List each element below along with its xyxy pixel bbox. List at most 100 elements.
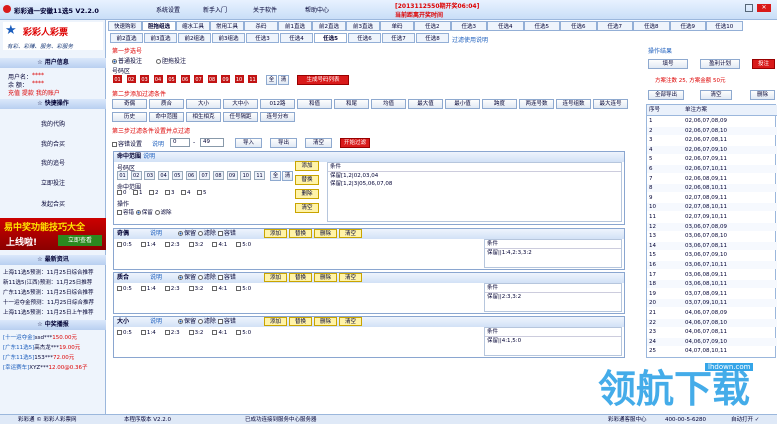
condition-row[interactable]: 保留||2:3,3:2	[485, 293, 621, 301]
condition-button[interactable]: 任号隔距	[223, 112, 258, 122]
tolerance-to-input[interactable]: 49	[200, 138, 224, 147]
condition-list[interactable]: 条件 保留||4:1,5:0	[484, 327, 622, 356]
number-ball[interactable]: 03	[144, 171, 156, 180]
ratio-checkbox[interactable]: 1:4	[140, 242, 156, 248]
table-row[interactable]: 5 02,06,07,09,11	[647, 155, 777, 163]
number-ball[interactable]: 04	[152, 74, 164, 84]
top-tab[interactable]: 快速购彩	[108, 21, 142, 31]
step3-help-link[interactable]: 说明	[152, 139, 164, 148]
sidebar-item-start-group-buy[interactable]: 发起合买	[0, 194, 106, 216]
top-tab[interactable]: 任选4	[487, 21, 524, 31]
ratio-checkbox[interactable]: 5:0	[236, 242, 251, 248]
tolerance-from-input[interactable]: 0	[170, 138, 190, 147]
number-ball[interactable]: 04	[158, 171, 170, 180]
condition-button[interactable]: 两连号数	[519, 99, 554, 109]
panel-action-button[interactable]: 清空	[339, 317, 362, 326]
news-item[interactable]: 十一运夺金预测：11月25日综合推荐	[3, 298, 94, 306]
condition-button[interactable]: 和值	[297, 99, 332, 109]
replace-button[interactable]: 替换	[295, 175, 319, 185]
range-checkbox[interactable]: 4	[181, 190, 191, 196]
range-checkbox[interactable]: 5	[197, 190, 207, 196]
number-ball[interactable]: 06	[179, 74, 191, 84]
news-item[interactable]: 上海11选5预测：11月25日综合推荐	[3, 268, 94, 276]
filter-help-link[interactable]: 过滤使用说明	[452, 35, 488, 44]
condition-button[interactable]: 相生相克	[186, 112, 221, 122]
menu-help[interactable]: 帮助中心	[305, 5, 329, 14]
filter-radio[interactable]: 滤除	[154, 210, 172, 216]
condition-button[interactable]: 命中范围	[149, 112, 184, 122]
account-links[interactable]: 充值 提款 我的账户	[8, 88, 60, 97]
table-row[interactable]: 14 03,06,07,08,11	[647, 241, 777, 250]
generate-list-button[interactable]: 生成号码列表	[297, 75, 349, 85]
clear-button[interactable]: 清	[278, 75, 289, 85]
sub-tab[interactable]: 前2直选	[110, 33, 143, 43]
top-tab[interactable]: 前1直选	[278, 21, 312, 31]
sidebar-item-my-chase[interactable]: 我的追号	[0, 153, 106, 175]
table-row[interactable]: 2 02,06,07,08,10	[647, 126, 777, 135]
panel-action-button[interactable]: 删除	[314, 273, 337, 282]
result-delete-button[interactable]: 删除	[750, 90, 775, 100]
keep-radio[interactable]: 保留	[135, 210, 153, 216]
condition-button[interactable]: 最小值	[445, 99, 480, 109]
menu-guide[interactable]: 新手入门	[203, 5, 227, 14]
top-tab[interactable]: 任选3	[450, 21, 487, 31]
table-row[interactable]: 12 03,06,07,08,09	[647, 222, 777, 231]
ratio-checkbox[interactable]: 0:5	[117, 330, 132, 336]
tolerance-checkbox[interactable]: 容错	[117, 210, 134, 216]
table-row[interactable]: 13 03,06,07,08,10	[647, 232, 777, 240]
range-checkbox[interactable]: 0	[117, 190, 127, 196]
news-item[interactable]: 上海11选5预测：11月25日上午推荐	[3, 308, 94, 316]
promo-view-button[interactable]: 立即查看	[58, 235, 102, 246]
sub-tab[interactable]: 任选3	[246, 33, 279, 43]
top-tab[interactable]: 前2直选	[312, 21, 346, 31]
range-checkbox[interactable]: 1	[133, 190, 143, 196]
add-button[interactable]: 添加	[295, 161, 319, 171]
top-tab[interactable]: 任选9	[669, 21, 706, 31]
top-tab[interactable]: 任选10	[706, 21, 743, 31]
panel-action-button[interactable]: 清空	[339, 229, 362, 238]
table-row[interactable]: 22 04,06,07,08,10	[647, 318, 777, 327]
delete-button[interactable]: 删除	[295, 189, 319, 199]
condition-button[interactable]: 大中小	[223, 99, 258, 109]
condition-button[interactable]: 连号分布	[260, 112, 295, 122]
export-button[interactable]: 导出	[270, 138, 297, 148]
table-row[interactable]: 25 04,07,08,10,11	[647, 347, 777, 355]
range-checkbox[interactable]: 3	[165, 190, 175, 196]
number-ball[interactable]: 09	[226, 171, 238, 180]
panel-action-button[interactable]: 替换	[289, 317, 312, 326]
condition-button[interactable]: 质合	[149, 99, 184, 109]
help-link[interactable]: 说明	[150, 229, 162, 239]
ratio-checkbox[interactable]: 3:2	[188, 330, 203, 336]
condition-button[interactable]: 大小	[186, 99, 221, 109]
number-ball[interactable]: 07	[199, 171, 211, 180]
ratio-checkbox[interactable]: 4:1	[212, 286, 227, 292]
number-ball[interactable]: 08	[206, 74, 218, 84]
ratio-checkbox[interactable]: 2:3	[164, 330, 180, 336]
number-ball[interactable]: 11	[254, 171, 265, 180]
profit-plan-button[interactable]: 盈利计划	[700, 59, 740, 69]
condition-list[interactable]: 条件 保留||2:3,3:2	[484, 283, 622, 312]
panel-action-button[interactable]: 删除	[314, 317, 337, 326]
table-row[interactable]: 20 03,07,09,10,11	[647, 299, 777, 308]
result-clear-button[interactable]: 清空	[700, 90, 732, 100]
ratio-checkbox[interactable]: 2:3	[164, 286, 180, 292]
table-row[interactable]: 17 03,06,08,09,11	[647, 271, 777, 279]
ratio-checkbox[interactable]: 2:3	[164, 242, 180, 248]
help-link[interactable]: 说明	[150, 273, 162, 283]
number-ball[interactable]: 10	[240, 171, 252, 180]
condition-row[interactable]: 保留[1,2|02,03,04	[328, 172, 621, 180]
ratio-checkbox[interactable]: 5:0	[236, 330, 251, 336]
table-row[interactable]: 1 02,06,07,08,09	[647, 117, 777, 125]
panel-action-button[interactable]: 添加	[264, 273, 287, 282]
top-tab[interactable]: 前3直选	[346, 21, 380, 31]
table-row[interactable]: 24 04,06,07,09,10	[647, 337, 777, 346]
sub-tab[interactable]: 任选4	[280, 33, 313, 43]
ratio-checkbox[interactable]: 3:2	[188, 242, 203, 248]
news-item[interactable]: 新11选5(江西)预测：11月25日推荐	[3, 278, 92, 286]
number-ball[interactable]: 02	[130, 171, 142, 180]
ratio-checkbox[interactable]: 5:0	[236, 286, 251, 292]
sub-tab[interactable]: 前3组选	[212, 33, 245, 43]
sub-tab[interactable]: 前3直选	[144, 33, 177, 43]
ratio-checkbox[interactable]: 3:2	[188, 286, 203, 292]
sub-tab[interactable]: 前2组选	[178, 33, 211, 43]
